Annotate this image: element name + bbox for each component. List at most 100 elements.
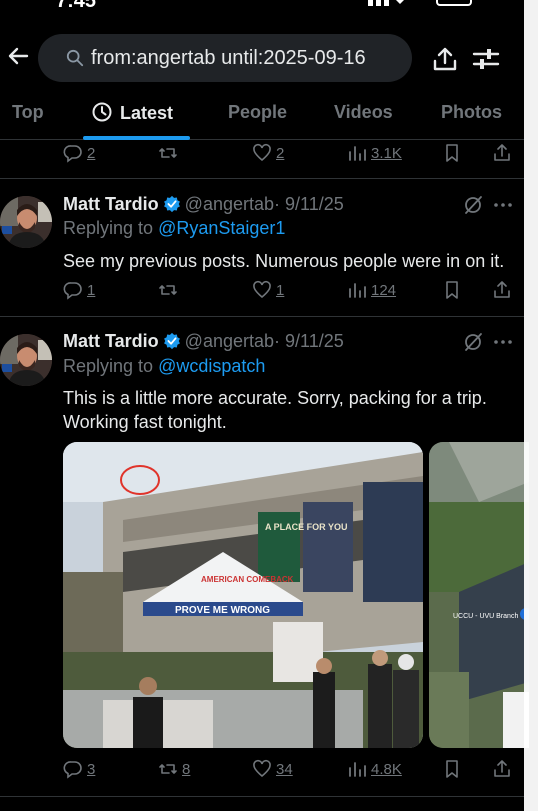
status-bar: 7:45 [0,0,538,14]
views-count: 3.1K [371,144,402,162]
like-button[interactable]: 2 [252,143,284,163]
tweet[interactable]: Matt Tardio @angertab· 9/11/25 Replying t… [0,178,524,316]
heart-icon [253,143,271,162]
repost-button[interactable]: 8 [158,759,190,779]
views-icon [349,283,366,298]
search-icon [66,49,84,67]
like-button[interactable]: 34 [252,759,293,779]
like-count: 2 [276,144,285,162]
grok-icon[interactable] [462,194,484,216]
views-button[interactable]: 124 [347,280,396,300]
author-handle[interactable]: @angertab [185,194,274,214]
verified-badge-icon [163,195,180,213]
more-options-icon[interactable] [492,331,514,353]
reply-count: 3 [87,760,96,778]
bookmark-icon [446,144,458,162]
divider [0,796,524,797]
verified-badge-icon [163,332,180,350]
reply-mention-link[interactable]: @wcdispatch [158,356,265,376]
views-icon [349,146,366,161]
heart-icon [253,759,271,778]
views-button[interactable]: 3.1K [347,143,402,163]
tweet-media-photo[interactable]: A PLACE FOR YOU PROVE ME WRONG AMERICAN … [63,442,423,748]
tweet[interactable]: Matt Tardio @angertab· 9/11/25 Replying t… [0,316,529,786]
tweet-header: Matt Tardio @angertab· 9/11/25 [63,194,344,215]
author-name[interactable]: Matt Tardio [63,331,159,351]
share-button[interactable] [492,143,516,163]
replying-to-label: Replying to [63,218,159,238]
bookmark-button[interactable] [442,280,466,300]
views-button[interactable]: 4.8K [347,759,402,779]
tent-top-text: AMERICAN COMEBACK [201,575,294,584]
replying-to-label: Replying to [63,356,159,376]
active-tab-indicator [83,136,190,140]
repost-count: 8 [182,760,191,778]
reply-button[interactable]: 2 [63,143,95,163]
poster-text: A PLACE FOR YOU [265,522,348,532]
tab-people[interactable]: People [228,102,287,123]
clock-icon [92,102,112,122]
repost-button[interactable] [158,280,182,300]
bookmark-icon [446,281,458,299]
search-input[interactable]: from:angertab until:2025-09-16 [38,34,412,82]
bookmark-button[interactable] [442,759,466,779]
avatar[interactable] [0,196,52,248]
reply-mention-link[interactable]: @RyanStaiger1 [158,218,285,238]
avatar[interactable] [0,334,52,386]
heart-icon [253,280,271,299]
reply-icon [63,282,82,300]
reply-count: 1 [87,281,96,299]
bookmark-icon [446,760,458,778]
author-handle[interactable]: @angertab [185,331,274,351]
author-name[interactable]: Matt Tardio [63,194,159,214]
battery-icon [436,0,472,6]
share-button[interactable] [492,759,516,779]
like-button[interactable]: 1 [252,280,284,300]
tweet-actions: 1 1 124 [0,280,524,306]
share-icon [494,281,510,298]
background-window-edge [524,0,538,811]
reply-button[interactable]: 3 [63,759,95,779]
reply-icon [63,761,82,779]
tweet-date[interactable]: · 9/11/25 [274,194,344,214]
tab-top[interactable]: Top [12,102,44,123]
more-options-icon[interactable] [492,194,514,216]
search-settings-icon[interactable] [472,46,500,72]
prev-tweet-actions: 2 2 3.1K [0,143,524,169]
share-button[interactable] [492,280,516,300]
tweet-date[interactable]: · 9/11/25 [274,331,344,351]
bookmark-button[interactable] [442,143,466,163]
repost-icon [159,148,177,158]
share-icon [494,760,510,777]
reply-icon [63,145,82,163]
tab-videos[interactable]: Videos [334,102,393,123]
repost-button[interactable] [158,143,182,163]
reply-button[interactable]: 1 [63,280,95,300]
rally-photo: A PLACE FOR YOU PROVE ME WRONG AMERICAN … [63,442,423,748]
map-image: UCCU - UVU Branch [429,442,529,748]
tab-photos[interactable]: Photos [441,102,502,123]
like-count: 1 [276,281,285,299]
replying-to: Replying to @wcdispatch [63,356,265,377]
tweet-text: See my previous posts. Numerous people w… [63,251,505,271]
share-icon[interactable] [432,46,458,72]
tweet-header: Matt Tardio @angertab· 9/11/25 [63,331,344,352]
views-count: 4.8K [371,760,402,778]
tent-banner-text: PROVE ME WRONG [175,605,270,616]
grok-icon[interactable] [462,331,484,353]
replying-to: Replying to @RyanStaiger1 [63,218,285,239]
tab-latest[interactable]: Latest [92,102,173,124]
search-query: from:angertab until:2025-09-16 [91,46,366,69]
tweet-text: This is a little more accurate. Sorry, p… [63,388,487,432]
back-arrow-icon[interactable] [6,44,30,68]
tab-latest-label: Latest [120,103,174,123]
reply-count: 2 [87,144,96,162]
views-icon [349,762,366,777]
repost-icon [159,285,177,295]
search-bar: from:angertab until:2025-09-16 [0,34,538,84]
tweet-media-map[interactable]: UCCU - UVU Branch [429,442,529,748]
views-count: 124 [371,281,397,299]
share-icon [494,144,510,161]
repost-icon [159,764,177,774]
tweet-actions: 3 8 34 4.8K [0,759,524,785]
